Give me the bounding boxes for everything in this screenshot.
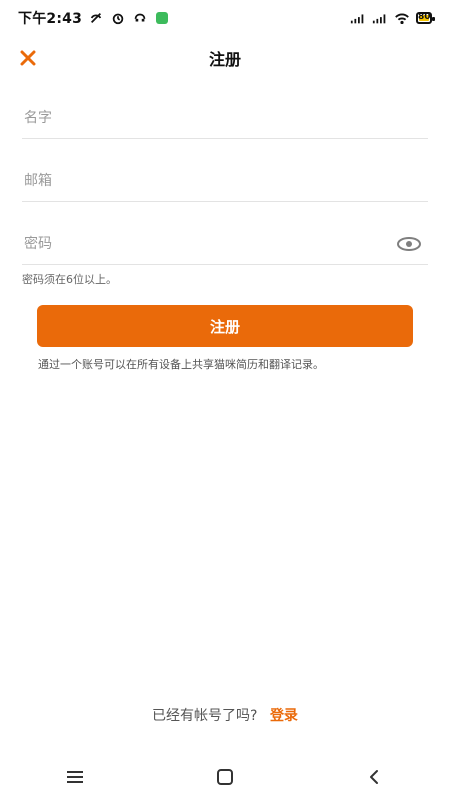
password-hint: 密码须在6位以上。	[22, 273, 117, 286]
register-button[interactable]: 注册	[37, 305, 413, 347]
app-badge-icon	[154, 10, 170, 26]
back-button[interactable]	[355, 763, 395, 791]
close-icon	[20, 50, 36, 66]
page-title: 注册	[208, 50, 241, 69]
no-disturb-icon	[88, 10, 104, 26]
status-bar: 下午2:43 80	[0, 0, 450, 36]
name-input[interactable]	[22, 109, 428, 127]
email-input[interactable]	[22, 172, 428, 190]
battery-icon: 80	[416, 10, 435, 26]
alarm-icon	[110, 10, 126, 26]
status-left: 下午2:43	[18, 8, 170, 28]
login-link[interactable]: 登录	[270, 708, 298, 724]
login-prompt: 已经有帐号了吗? 登录	[0, 705, 450, 725]
home-icon	[217, 769, 233, 785]
status-right: 80	[350, 10, 435, 26]
signal-icon	[350, 10, 366, 26]
password-input[interactable]	[22, 235, 428, 253]
nav-bar	[0, 754, 450, 800]
back-icon	[370, 770, 378, 784]
toggle-password-visibility-button[interactable]	[396, 233, 422, 255]
status-time: 下午2:43	[18, 11, 83, 27]
home-button[interactable]	[205, 763, 245, 791]
battery: 80	[416, 12, 435, 24]
register-form: 密码须在6位以上。	[22, 98, 428, 287]
signal-icon	[372, 10, 388, 26]
menu-button[interactable]	[55, 763, 95, 791]
password-field	[22, 224, 428, 265]
app-badge-square	[156, 12, 169, 24]
email-field	[22, 161, 428, 202]
menu-icon	[67, 771, 83, 783]
wifi-icon	[394, 10, 410, 26]
sync-note: 通过一个账号可以在所有设备上共享猫咪简历和翻译记录。	[38, 358, 324, 371]
header: 注册	[0, 40, 450, 76]
battery-level: 80	[418, 12, 431, 22]
login-prompt-text: 已经有帐号了吗?	[152, 708, 258, 724]
eye-icon	[397, 237, 421, 251]
headphones-icon	[132, 10, 148, 26]
close-button[interactable]	[16, 46, 40, 70]
name-field	[22, 98, 428, 139]
